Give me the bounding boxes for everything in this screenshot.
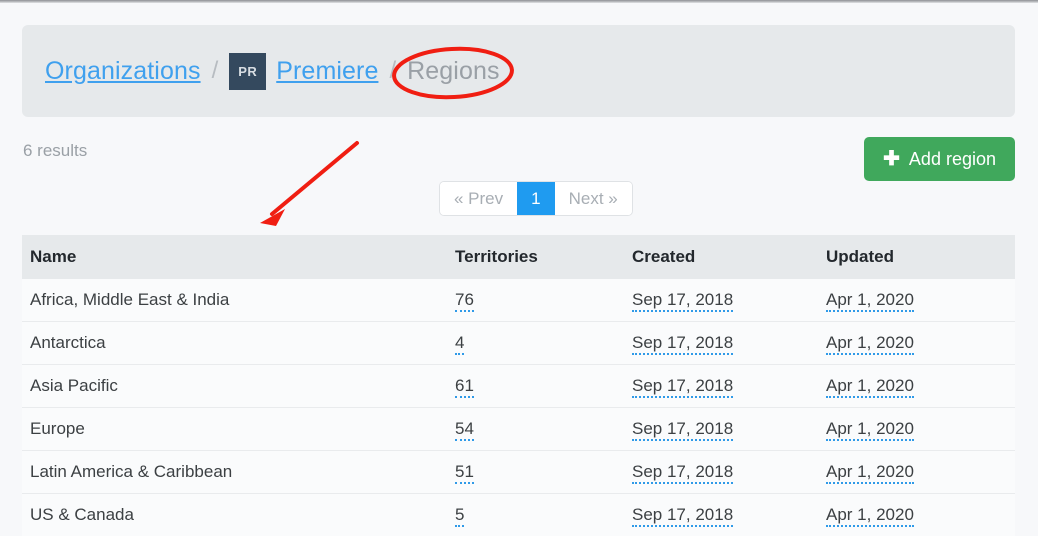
created-date-link[interactable]: Sep 17, 2018 xyxy=(632,290,733,312)
cell-created: Sep 17, 2018 xyxy=(624,451,818,494)
column-header-updated[interactable]: Updated xyxy=(818,235,1015,279)
pagination-next-button[interactable]: Next » xyxy=(555,182,632,215)
cell-region-name: Asia Pacific xyxy=(22,365,447,408)
cell-territories: 76 xyxy=(447,279,624,322)
breadcrumb-org-group: PR Premiere xyxy=(229,53,378,90)
territories-link[interactable]: 61 xyxy=(455,376,474,398)
regions-table: Name Territories Created Updated Africa,… xyxy=(22,235,1015,536)
updated-date-link[interactable]: Apr 1, 2020 xyxy=(826,419,914,441)
cell-updated: Apr 1, 2020 xyxy=(818,322,1015,365)
breadcrumb-current-regions: Regions xyxy=(407,57,499,86)
cell-updated: Apr 1, 2020 xyxy=(818,365,1015,408)
updated-date-link[interactable]: Apr 1, 2020 xyxy=(826,462,914,484)
created-date-link[interactable]: Sep 17, 2018 xyxy=(632,462,733,484)
table-row: Antarctica 4 Sep 17, 2018 Apr 1, 2020 xyxy=(22,322,1015,365)
territories-link[interactable]: 51 xyxy=(455,462,474,484)
add-region-button-label: Add region xyxy=(909,149,996,170)
breadcrumb-separator-1: / xyxy=(212,57,219,85)
created-date-link[interactable]: Sep 17, 2018 xyxy=(632,505,733,527)
breadcrumb-link-premiere[interactable]: Premiere xyxy=(276,57,378,86)
cell-created: Sep 17, 2018 xyxy=(624,365,818,408)
updated-date-link[interactable]: Apr 1, 2020 xyxy=(826,376,914,398)
territories-link[interactable]: 76 xyxy=(455,290,474,312)
territories-link[interactable]: 5 xyxy=(455,505,464,527)
cell-updated: Apr 1, 2020 xyxy=(818,451,1015,494)
table-body: Africa, Middle East & India 76 Sep 17, 2… xyxy=(22,279,1015,536)
cell-region-name: Latin America & Caribbean xyxy=(22,451,447,494)
cell-territories: 4 xyxy=(447,322,624,365)
territories-link[interactable]: 4 xyxy=(455,333,464,355)
plus-icon: ✚ xyxy=(883,149,900,169)
cell-created: Sep 17, 2018 xyxy=(624,322,818,365)
table-row: Europe 54 Sep 17, 2018 Apr 1, 2020 xyxy=(22,408,1015,451)
updated-date-link[interactable]: Apr 1, 2020 xyxy=(826,290,914,312)
column-header-name[interactable]: Name xyxy=(22,235,447,279)
cell-updated: Apr 1, 2020 xyxy=(818,408,1015,451)
territories-link[interactable]: 54 xyxy=(455,419,474,441)
table-row: Africa, Middle East & India 76 Sep 17, 2… xyxy=(22,279,1015,322)
created-date-link[interactable]: Sep 17, 2018 xyxy=(632,333,733,355)
breadcrumb-separator-2: / xyxy=(389,57,396,85)
column-header-created[interactable]: Created xyxy=(624,235,818,279)
created-date-link[interactable]: Sep 17, 2018 xyxy=(632,376,733,398)
cell-created: Sep 17, 2018 xyxy=(624,408,818,451)
org-avatar-badge: PR xyxy=(229,53,266,90)
table-row: Asia Pacific 61 Sep 17, 2018 Apr 1, 2020 xyxy=(22,365,1015,408)
updated-date-link[interactable]: Apr 1, 2020 xyxy=(826,333,914,355)
cell-territories: 61 xyxy=(447,365,624,408)
cell-region-name: Africa, Middle East & India xyxy=(22,279,447,322)
cell-updated: Apr 1, 2020 xyxy=(818,279,1015,322)
updated-date-link[interactable]: Apr 1, 2020 xyxy=(826,505,914,527)
cell-territories: 5 xyxy=(447,494,624,536)
add-region-button[interactable]: ✚ Add region xyxy=(864,137,1015,181)
cell-created: Sep 17, 2018 xyxy=(624,279,818,322)
cell-region-name: Antarctica xyxy=(22,322,447,365)
table-header: Name Territories Created Updated xyxy=(22,235,1015,279)
cell-territories: 51 xyxy=(447,451,624,494)
breadcrumb: Organizations / PR Premiere / Regions xyxy=(22,25,1015,117)
column-header-territories[interactable]: Territories xyxy=(447,235,624,279)
cell-region-name: Europe xyxy=(22,408,447,451)
cell-created: Sep 17, 2018 xyxy=(624,494,818,536)
page-root: Organizations / PR Premiere / Regions 6 … xyxy=(0,3,1038,509)
pagination-prev-button[interactable]: « Prev xyxy=(440,182,517,215)
cell-updated: Apr 1, 2020 xyxy=(818,494,1015,536)
pagination-page-1[interactable]: 1 xyxy=(517,182,554,215)
table-row: Latin America & Caribbean 51 Sep 17, 201… xyxy=(22,451,1015,494)
cell-territories: 54 xyxy=(447,408,624,451)
table-header-row: Name Territories Created Updated xyxy=(22,235,1015,279)
pagination: « Prev 1 Next » xyxy=(439,181,633,216)
table-row: US & Canada 5 Sep 17, 2018 Apr 1, 2020 xyxy=(22,494,1015,536)
created-date-link[interactable]: Sep 17, 2018 xyxy=(632,419,733,441)
breadcrumb-link-organizations[interactable]: Organizations xyxy=(45,57,201,86)
results-count: 6 results xyxy=(23,141,87,161)
cell-region-name: US & Canada xyxy=(22,494,447,536)
